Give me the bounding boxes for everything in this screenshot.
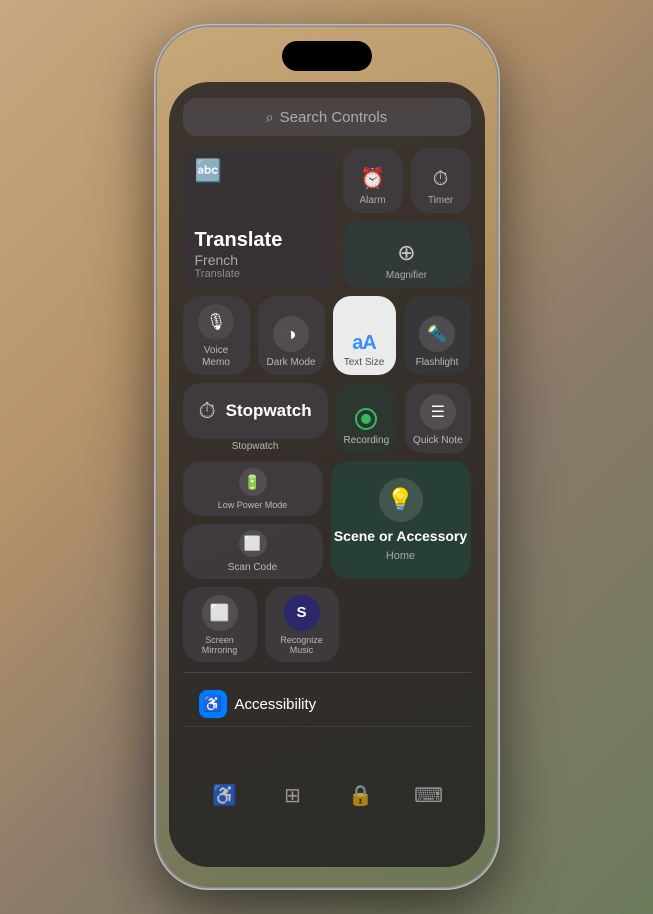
low-power-label: Low Power Mode [218,501,288,511]
search-controls-bar[interactable]: ⌕ Search Controls [183,98,471,136]
dynamic-island [282,41,372,71]
search-placeholder: Search Controls [280,109,388,126]
row-2: 🎙 Voice Memo ◑ Dark Mode aA Text Size [183,296,471,375]
flashlight-label: Flashlight [416,357,459,369]
magnifier-icon: ⊕ [397,240,415,266]
recognize-music-tile[interactable]: S Recognize Music [265,587,339,662]
recording-tile[interactable]: Recording [336,383,397,453]
quick-note-label: Quick Note [413,435,462,447]
translate-tile[interactable]: 🔤 Translate French Translate [183,148,335,288]
recording-icon [355,408,377,430]
text-size-label: Text Size [344,357,385,369]
nav-grid-icon[interactable]: ⊞ [275,777,311,813]
quick-note-icon: ☰ [420,394,456,430]
magnifier-tile[interactable]: ⊕ Magnifier [343,221,471,288]
screen-mirroring-tile[interactable]: ⬜ Screen Mirroring [183,587,257,662]
timer-label: Timer [428,195,453,207]
scene-tile[interactable]: 💡 Scene or Accessory Home [331,461,471,579]
divider [183,672,471,673]
text-size-tile[interactable]: aA Text Size [333,296,396,375]
row-4: 🔋 Low Power Mode ⬜ Scan Code 💡 Scene or [183,461,471,579]
flashlight-icon: 🔦 [419,316,455,352]
flashlight-tile[interactable]: 🔦 Flashlight [404,296,471,375]
recognize-music-icon: S [284,595,320,631]
scan-code-icon: ⬜ [239,530,267,557]
translate-icon: 🔤 [195,158,222,184]
screen: ⌕ Search Controls 🔤 Translate French Tra… [157,27,497,887]
translate-title: Translate [195,229,283,252]
nav-row: ♿ ⊞ 🔒 ⌨ [183,735,471,855]
screen-mirroring-label: Screen Mirroring [189,636,251,656]
translate-label: Translate [195,268,283,280]
scan-code-tile[interactable]: ⬜ Scan Code [183,524,323,579]
left-inner-col: 🔋 Low Power Mode ⬜ Scan Code [183,461,323,579]
dark-mode-label: Dark Mode [267,357,316,369]
voice-memo-tile[interactable]: 🎙 Voice Memo [183,296,250,375]
stopwatch-title: Stopwatch [226,401,312,421]
translate-subtitle: French [195,252,283,268]
magnifier-label: Magnifier [386,270,427,282]
scan-code-label: Scan Code [228,562,277,574]
nav-lock-icon[interactable]: 🔒 [343,777,379,813]
alarm-label: Alarm [359,195,385,207]
text-size-text: aA [352,332,376,355]
quick-note-tile[interactable]: ☰ Quick Note [405,383,470,453]
nav-accessibility-icon[interactable]: ♿ [207,777,243,813]
stopwatch-tile[interactable]: ⏱ Stopwatch [183,383,328,439]
stopwatch-label: Stopwatch [183,441,328,453]
scene-icon: 💡 [379,478,423,522]
phone-frame: ⌕ Search Controls 🔤 Translate French Tra… [157,27,497,887]
screen-mirroring-icon: ⬜ [202,595,238,631]
low-power-tile[interactable]: 🔋 Low Power Mode [183,461,323,516]
timer-icon: ⏱ [433,168,449,191]
voice-memo-icon: 🎙 [198,304,234,340]
dark-mode-icon: ◑ [273,316,309,352]
control-center-panel: ⌕ Search Controls 🔤 Translate French Tra… [169,82,485,867]
scene-title: Scene or Accessory [334,528,467,545]
alarm-icon: ⏰ [360,166,385,191]
accessibility-row[interactable]: ♿ Accessibility [183,682,471,727]
row-1: 🔤 Translate French Translate ⏰ Alarm [183,148,471,288]
row-3: ⏱ Stopwatch Stopwatch Recording ☰ [183,383,471,453]
timer-tile[interactable]: ⏱ Timer [411,148,471,213]
recognize-music-label: Recognize Music [271,636,333,656]
dark-mode-tile[interactable]: ◑ Dark Mode [258,296,325,375]
alarm-tile[interactable]: ⏰ Alarm [343,148,403,213]
row-5: ⬜ Screen Mirroring S Recognize Music [183,587,471,662]
stopwatch-icon: ⏱ [199,398,216,424]
voice-memo-label: Voice Memo [189,345,244,369]
search-icon: ⌕ [266,109,274,126]
accessibility-label: Accessibility [235,696,317,713]
right-column: ⏰ Alarm ⏱ Timer ⊕ Magnifier [343,148,471,288]
accessibility-icon: ♿ [199,690,227,718]
nav-keyboard-icon[interactable]: ⌨ [411,777,447,813]
scene-label: Home [386,550,415,562]
low-power-icon: 🔋 [239,468,267,496]
recording-label: Recording [344,435,390,447]
row5-spacer [347,587,471,662]
alarm-timer-row: ⏰ Alarm ⏱ Timer [343,148,471,213]
stopwatch-wrap: ⏱ Stopwatch Stopwatch [183,383,328,453]
